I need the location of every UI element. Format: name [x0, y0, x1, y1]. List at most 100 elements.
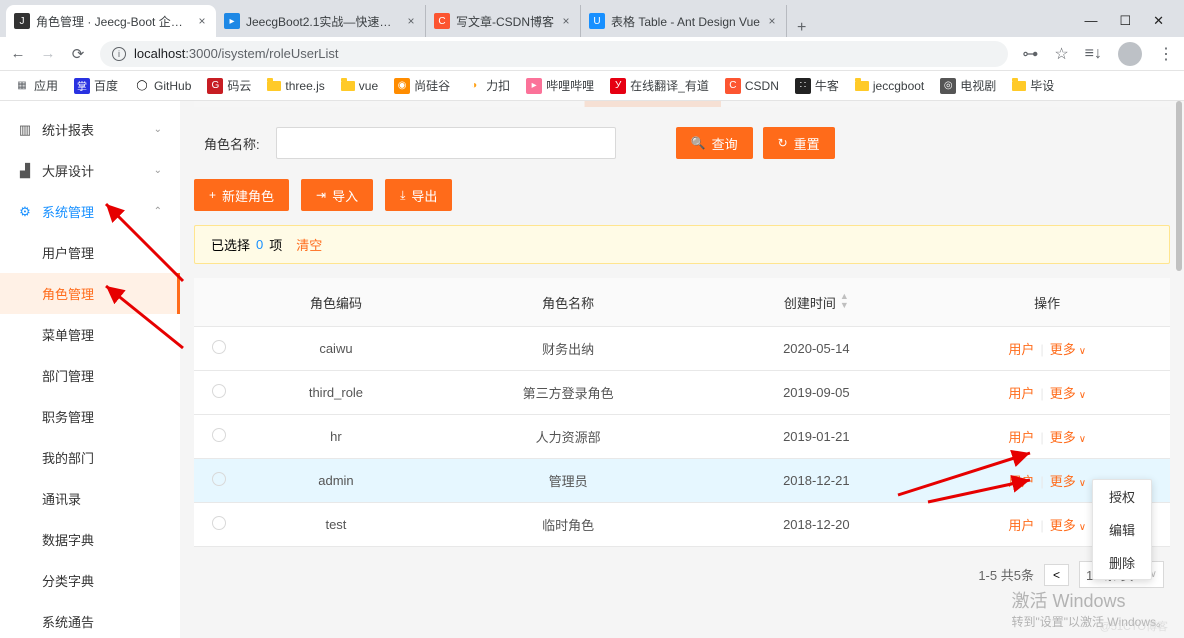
sidebar-item-users[interactable]: 用户管理	[0, 232, 180, 273]
vertical-scrollbar[interactable]	[1176, 101, 1182, 271]
role-name-input[interactable]	[276, 127, 616, 159]
row-radio[interactable]	[212, 428, 226, 442]
new-role-button[interactable]: +新建角色	[194, 179, 289, 211]
bookmark-item[interactable]: ◯GitHub	[134, 78, 191, 94]
sidebar-item-label: 我的部门	[42, 448, 94, 467]
nav-reload-icon[interactable]: ⟳	[70, 45, 86, 63]
bookmark-item[interactable]: ∷牛客	[795, 77, 839, 94]
table-row[interactable]: caiwu财务出纳2020-05-14用户|更多∨	[194, 327, 1170, 371]
op-user-link[interactable]: 用户	[1008, 518, 1034, 533]
browser-tab[interactable]: ▸ JeecgBoot2.1实战—快速入门教 ×	[216, 5, 426, 37]
sidebar-item-dept[interactable]: 部门管理	[0, 355, 180, 396]
cell-code: test	[244, 503, 428, 547]
op-more-link[interactable]: 更多∨	[1050, 518, 1086, 533]
sidebar-item-label: 角色管理	[42, 284, 94, 303]
tab-close-icon[interactable]: ×	[560, 14, 572, 28]
bookmark-apps[interactable]: ▦应用	[14, 77, 58, 94]
op-user-link[interactable]: 用户	[1008, 386, 1034, 401]
window-close-icon[interactable]: ✕	[1153, 13, 1164, 29]
table-row[interactable]: test临时角色2018-12-20用户|更多∨	[194, 503, 1170, 547]
row-radio[interactable]	[212, 340, 226, 354]
profile-avatar[interactable]	[1118, 42, 1142, 66]
bookmark-folder[interactable]: 毕设	[1012, 77, 1054, 94]
reset-button[interactable]: ↻重置	[763, 127, 835, 159]
table-row[interactable]: third_role第三方登录角色2019-09-05用户|更多∨	[194, 371, 1170, 415]
browser-tab[interactable]: C 写文章-CSDN博客 ×	[426, 5, 581, 37]
nav-forward-icon[interactable]: →	[40, 45, 56, 62]
reader-icon[interactable]: ≡↓	[1085, 45, 1102, 63]
sidebar-item-system[interactable]: ⚙ 系统管理 ⌃	[0, 191, 180, 232]
bookmark-folder[interactable]: three.js	[267, 79, 324, 93]
sidebar-item-dict[interactable]: 数据字典	[0, 519, 180, 560]
row-radio[interactable]	[212, 516, 226, 530]
sidebar-item-bigscreen[interactable]: ▟ 大屏设计 ⌄	[0, 150, 180, 191]
sidebar-item-catdict[interactable]: 分类字典	[0, 560, 180, 601]
col-name: 角色名称	[428, 278, 708, 327]
new-tab-button[interactable]: +	[787, 19, 816, 37]
tab-close-icon[interactable]: ×	[405, 14, 417, 28]
nav-back-icon[interactable]: ←	[10, 45, 26, 62]
op-user-link[interactable]: 用户	[1008, 430, 1034, 445]
tab-title: JeecgBoot2.1实战—快速入门教	[246, 13, 399, 30]
expand-icon: ⌄	[154, 165, 162, 176]
query-button[interactable]: 🔍查询	[676, 127, 753, 159]
key-icon[interactable]: ⊶	[1022, 44, 1038, 64]
col-created[interactable]: 创建时间▲▼	[708, 278, 924, 327]
bookmark-item[interactable]: G码云	[207, 77, 251, 94]
table-row[interactable]: admin管理员2018-12-21用户|更多∨	[194, 459, 1170, 503]
url-field[interactable]: i localhost:3000/isystem/roleUserList	[100, 41, 1008, 67]
bookmark-item[interactable]: CCSDN	[725, 78, 779, 94]
bookmark-item[interactable]: 掌百度	[74, 77, 118, 94]
window-controls: — ☐ ✕	[1084, 13, 1178, 37]
cell-created: 2019-01-21	[708, 415, 924, 459]
dropdown-item-edit[interactable]: 编辑	[1093, 513, 1151, 546]
bookmark-folder[interactable]: jeccgboot	[855, 79, 924, 93]
op-more-link[interactable]: 更多∨	[1050, 474, 1086, 489]
row-radio[interactable]	[212, 384, 226, 398]
op-user-link[interactable]: 用户	[1008, 342, 1034, 357]
op-more-link[interactable]: 更多∨	[1050, 386, 1086, 401]
tab-title: 表格 Table - Ant Design Vue	[611, 13, 760, 30]
pager-summary: 1-5 共5条	[978, 565, 1034, 584]
star-icon[interactable]: ☆	[1054, 44, 1068, 64]
export-button[interactable]: ⤓导出	[385, 179, 452, 211]
sidebar-item-notice[interactable]: 系统通告	[0, 601, 180, 638]
bookmark-item[interactable]: ◎电视剧	[940, 77, 996, 94]
address-bar: ← → ⟳ i localhost:3000/isystem/roleUserL…	[0, 37, 1184, 71]
site-info-icon[interactable]: i	[112, 47, 126, 61]
sidebar-item-menus[interactable]: 菜单管理	[0, 314, 180, 355]
row-radio[interactable]	[212, 472, 226, 486]
bookmark-item[interactable]: ▸哔哩哔哩	[526, 77, 594, 94]
bookmark-item[interactable]: У在线翻译_有道	[610, 77, 709, 94]
tab-title: 写文章-CSDN博客	[456, 13, 554, 30]
op-user-link[interactable]: 用户	[1008, 474, 1034, 489]
sidebar-item-mydept[interactable]: 我的部门	[0, 437, 180, 478]
sidebar-item-positions[interactable]: 职务管理	[0, 396, 180, 437]
source-watermark: @51CTO博客	[1100, 618, 1168, 634]
sidebar-item-stats[interactable]: ▥ 统计报表 ⌄	[0, 109, 180, 150]
table-row[interactable]: hr人力资源部2019-01-21用户|更多∨	[194, 415, 1170, 459]
cell-ops: 用户|更多∨	[924, 327, 1170, 371]
kebab-menu-icon[interactable]: ⋮	[1158, 44, 1174, 64]
window-maximize-icon[interactable]: ☐	[1119, 13, 1131, 29]
import-button[interactable]: ⇥导入	[301, 179, 373, 211]
bookmark-folder[interactable]: vue	[341, 79, 378, 93]
op-more-link[interactable]: 更多∨	[1050, 430, 1086, 445]
browser-tab[interactable]: U 表格 Table - Ant Design Vue ×	[581, 5, 787, 37]
browser-tab-active[interactable]: J 角色管理 · Jeecg-Boot 企业级快 ×	[6, 5, 216, 37]
sidebar-item-roles[interactable]: 角色管理	[0, 273, 180, 314]
tab-close-icon[interactable]: ×	[196, 14, 208, 28]
op-more-link[interactable]: 更多∨	[1050, 342, 1086, 357]
dropdown-item-delete[interactable]: 删除	[1093, 546, 1151, 579]
dropdown-item-auth[interactable]: 授权	[1093, 480, 1151, 513]
search-form: 角色名称: 🔍查询 ↻重置	[194, 107, 1170, 179]
clear-selection-link[interactable]: 清空	[296, 235, 322, 254]
bookmark-item[interactable]: ◑力扣	[466, 77, 510, 94]
pager-prev-button[interactable]: <	[1044, 564, 1069, 586]
window-minimize-icon[interactable]: —	[1084, 13, 1097, 29]
sidebar-item-contacts[interactable]: 通讯录	[0, 478, 180, 519]
cell-name: 临时角色	[428, 503, 708, 547]
tab-close-icon[interactable]: ×	[766, 14, 778, 28]
export-icon: ⤓	[400, 188, 405, 203]
bookmark-item[interactable]: ◉尚硅谷	[394, 77, 450, 94]
